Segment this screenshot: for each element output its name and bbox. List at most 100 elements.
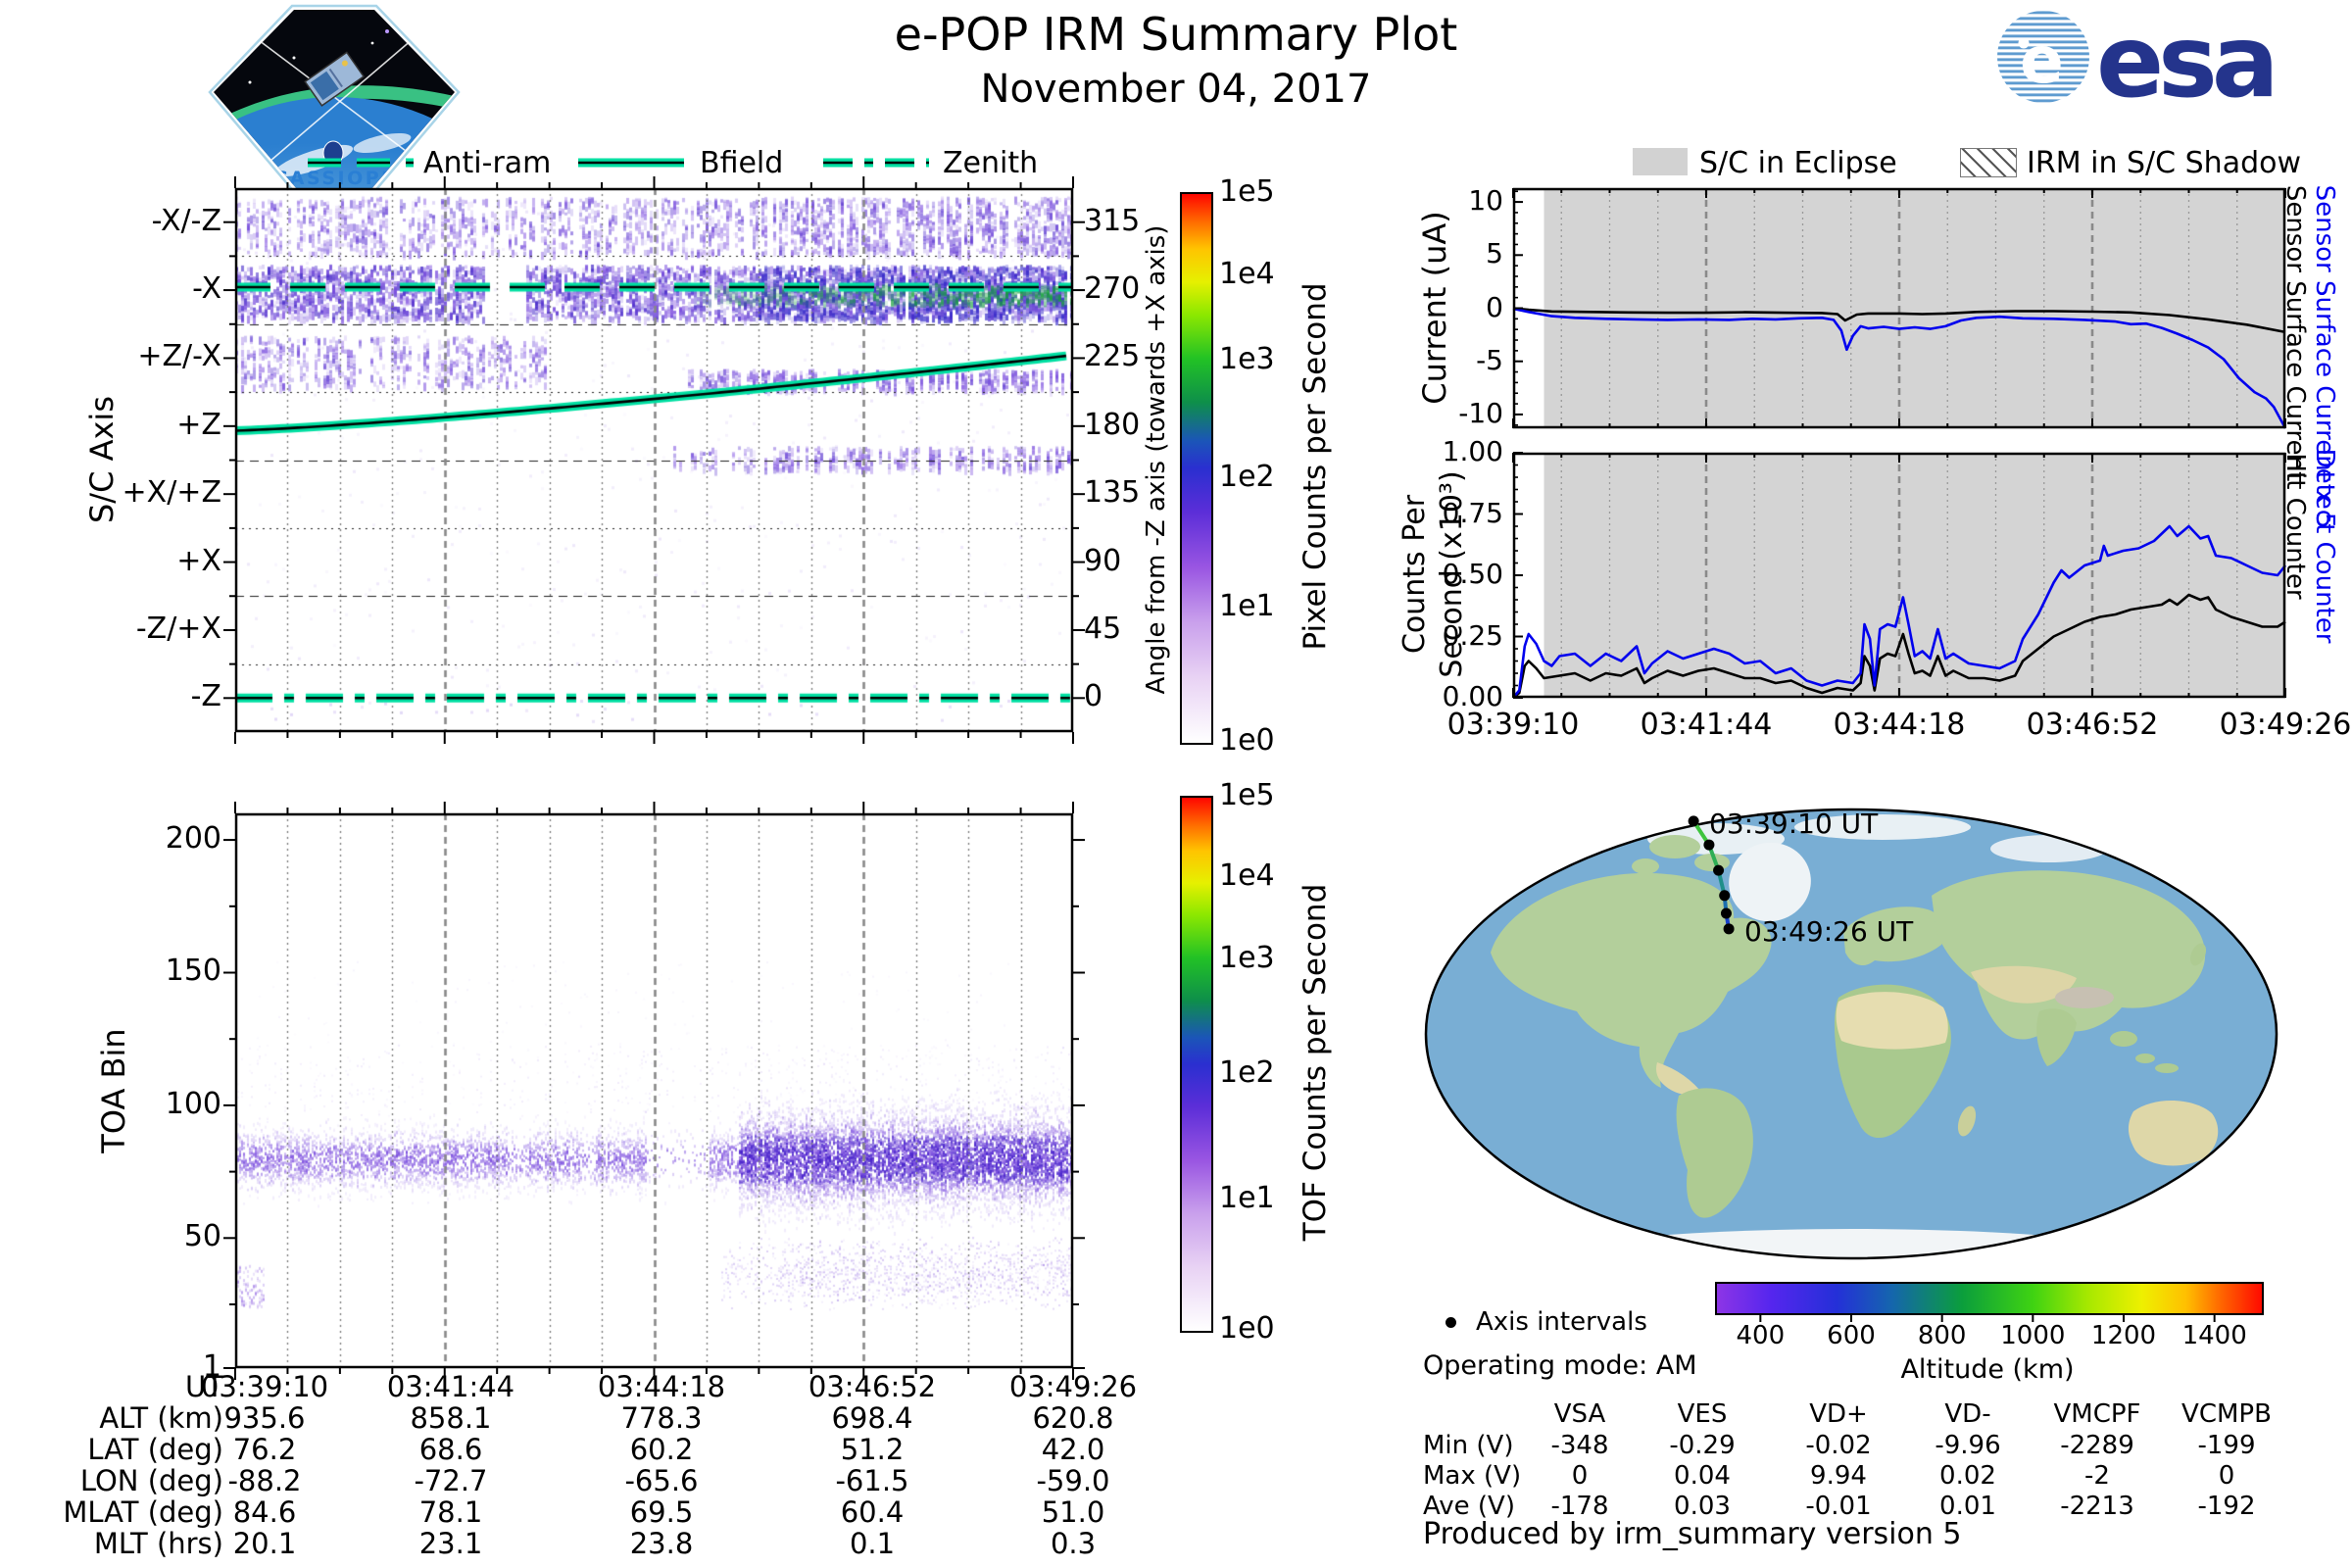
- voltage-col-header: VD+: [1809, 1399, 1868, 1429]
- angle-axis-label: Angle from -Z axis (towards +X axis): [1142, 224, 1171, 695]
- voltage-cell: 9.94: [1810, 1461, 1867, 1491]
- voltage-cell: -2289: [2060, 1431, 2134, 1460]
- toa-bin-spectrogram-plot: [223, 802, 1085, 1380]
- voltage-cell: -192: [2197, 1492, 2256, 1521]
- time-xtick: 03:41:44: [1640, 708, 1773, 742]
- sc-axis-ytick: -Z: [190, 679, 221, 714]
- operating-mode-label: Operating mode: AM: [1423, 1350, 1697, 1381]
- bfield-legend-line: [578, 158, 684, 168]
- toa-ytick: 50: [183, 1219, 221, 1254]
- ephemeris-cell: 620.8: [1032, 1401, 1114, 1435]
- altitude-colorbar-label: Altitude (km): [1900, 1354, 2075, 1385]
- legend-label-shadow: IRM in S/C Shadow: [2027, 146, 2302, 180]
- esa-wordmark: esa: [2096, 4, 2274, 114]
- voltage-cell: -0.02: [1805, 1431, 1872, 1460]
- sc-axis-ytick: -X: [192, 271, 221, 307]
- ephemeris-cell: 78.1: [418, 1495, 483, 1529]
- ephemeris-cell: 60.2: [629, 1433, 694, 1466]
- ephemeris-cell: 23.8: [629, 1527, 694, 1560]
- altitude-tick: 400: [1736, 1321, 1786, 1350]
- voltage-cell: 0.03: [1674, 1492, 1731, 1521]
- counter-rates-plot: [1512, 452, 2287, 700]
- altitude-tick: 1200: [2090, 1321, 2157, 1350]
- sc-axis-ytick: +X: [176, 543, 221, 578]
- ephemeris-cell: 23.1: [418, 1527, 483, 1560]
- ephemeris-cell: -72.7: [414, 1464, 488, 1497]
- ephemeris-cell: 935.6: [223, 1401, 306, 1435]
- pixel-colorbar-tick: 1e5: [1219, 174, 1275, 209]
- toa-ytick: 100: [165, 1086, 221, 1121]
- voltage-cell: 0.02: [1939, 1461, 1996, 1491]
- legend-label-antiram: Anti-ram: [423, 146, 552, 180]
- ephemeris-cell: 69.5: [629, 1495, 694, 1529]
- voltage-cell: 0.01: [1939, 1492, 1996, 1521]
- ephemeris-cell: 03:49:26: [1008, 1370, 1138, 1403]
- ephemeris-cell: 03:41:44: [386, 1370, 515, 1403]
- voltage-col-header: VCMPB: [2181, 1399, 2272, 1429]
- altitude-tick: 800: [1917, 1321, 1967, 1350]
- pixel-colorbar-tick: 1e1: [1219, 588, 1275, 623]
- epop-irm-summary-page: CASSIOPE e-POP IRM Summary Plot November…: [0, 0, 2352, 1568]
- axis-intervals-dot-icon: [1446, 1317, 1456, 1328]
- sc-axis-ylabel: S/C Axis: [83, 396, 121, 523]
- voltage-cell: -0.29: [1669, 1431, 1736, 1460]
- voltage-col-header: VSA: [1553, 1399, 1606, 1429]
- ephemeris-cell: 858.1: [410, 1401, 492, 1435]
- axis-intervals-label: Axis intervals: [1476, 1307, 1647, 1337]
- tof-colorbar-tick: 1e3: [1219, 940, 1275, 975]
- voltage-cell: 0: [2218, 1461, 2235, 1491]
- ephemeris-cell: 03:44:18: [597, 1370, 726, 1403]
- pixel-colorbar-label: Pixel Counts per Second: [1298, 282, 1333, 651]
- sc-axis-ytick: +X/+Z: [122, 475, 221, 511]
- legend-label-zenith: Zenith: [943, 146, 1039, 180]
- pixel-colorbar-tick: 1e3: [1219, 341, 1275, 376]
- pixel-colorbar-tick: 1e2: [1219, 460, 1275, 495]
- ephemeris-cell: -59.0: [1036, 1464, 1110, 1497]
- toa-ytick: 200: [165, 821, 221, 857]
- voltage-col-header: VES: [1677, 1399, 1728, 1429]
- pixel-colorbar-tick: 1e0: [1219, 723, 1275, 758]
- tof-colorbar-tick: 1e4: [1219, 858, 1275, 893]
- ephemeris-cell: 84.6: [232, 1495, 297, 1529]
- angle-axis-ytick: 225: [1084, 339, 1141, 374]
- sensor-current-plot: [1512, 187, 2287, 429]
- ephemeris-cell: 698.4: [831, 1401, 913, 1435]
- current-ytick: -5: [1476, 343, 1503, 376]
- toa-ytick: 150: [165, 954, 221, 989]
- sc-axis-ytick: -Z/+X: [135, 611, 221, 646]
- tof-colorbar-tick: 1e0: [1219, 1311, 1275, 1346]
- voltage-cell: -178: [1550, 1492, 1609, 1521]
- angle-axis-ytick: 135: [1084, 475, 1141, 511]
- ephemeris-cell: 0.1: [849, 1527, 896, 1560]
- current-ytick: -10: [1458, 396, 1503, 429]
- angle-axis-ytick: 270: [1084, 271, 1141, 307]
- ephemeris-cell: -61.5: [835, 1464, 909, 1497]
- voltage-cell: -0.01: [1805, 1492, 1872, 1521]
- ground-track-map: [1424, 808, 2278, 1260]
- page-title: e-POP IRM Summary Plot: [894, 8, 1458, 61]
- tof-colorbar-tick: 1e2: [1219, 1054, 1275, 1090]
- altitude-colorbar: [1715, 1282, 2264, 1315]
- current-ytick: 10: [1468, 184, 1503, 218]
- angle-axis-ytick: 315: [1084, 203, 1141, 238]
- angle-axis-ytick: 45: [1084, 611, 1122, 646]
- counts-right-label-blue: Detect Counter: [2310, 448, 2339, 644]
- counts-ytick: 0.25: [1442, 618, 1503, 652]
- legend-label-bfield: Bfield: [700, 146, 784, 180]
- legend-label-eclipse: S/C in Eclipse: [1699, 146, 1897, 180]
- voltage-cell: -2213: [2060, 1492, 2134, 1521]
- sc-axis-spectrogram-plot: [223, 176, 1085, 744]
- voltage-cell: -9.96: [1935, 1431, 2001, 1460]
- voltage-cell: -2: [2084, 1461, 2110, 1491]
- tof-colorbar-tick: 1e1: [1219, 1180, 1275, 1215]
- time-xtick: 03:49:26: [2219, 708, 2352, 742]
- counts-ytick: 1.00: [1442, 435, 1503, 467]
- zenith-legend-line: [823, 158, 929, 168]
- ephemeris-cell: 51.2: [840, 1433, 905, 1466]
- angle-axis-ytick: 180: [1084, 407, 1141, 442]
- current-ytick: 5: [1486, 237, 1503, 270]
- voltage-col-header: VD-: [1944, 1399, 1991, 1429]
- ephemeris-cell: 778.3: [620, 1401, 703, 1435]
- ephemeris-cell: 03:46:52: [808, 1370, 937, 1403]
- counts-ytick: 0.75: [1442, 496, 1503, 529]
